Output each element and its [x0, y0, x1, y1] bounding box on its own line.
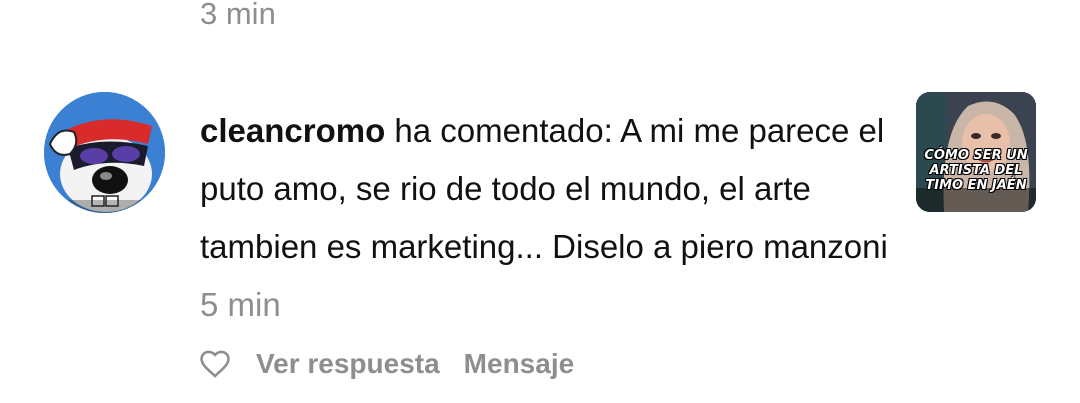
previous-item-timestamp: 3 min [200, 0, 276, 31]
thumbnail-caption-line: ARTISTA DEL [929, 163, 1023, 178]
thumbnail-caption-line: CÓMO SER UN [924, 148, 1028, 163]
avatar-image [44, 92, 165, 213]
action-text: ha comentado: [394, 112, 613, 149]
avatar[interactable] [44, 92, 165, 213]
post-thumbnail[interactable]: CÓMO SER UN ARTISTA DEL TIMO EN JAÉN [916, 92, 1036, 212]
notification-list: 3 min cleancromo ha comentado: A mi me p… [0, 0, 1080, 403]
heart-outline-icon[interactable] [198, 347, 232, 381]
thumbnail-caption-line: TIMO EN JAÉN [925, 178, 1027, 193]
timestamp: 5 min [200, 286, 281, 323]
message-button[interactable]: Mensaje [464, 348, 575, 380]
action-bar: Ver respuesta Mensaje [198, 342, 598, 386]
notification-text[interactable]: cleancromo ha comentado: A mi me parece … [200, 102, 890, 334]
username[interactable]: cleancromo [200, 112, 385, 149]
thumbnail-caption: CÓMO SER UN ARTISTA DEL TIMO EN JAÉN [916, 148, 1036, 193]
view-reply-button[interactable]: Ver respuesta [256, 348, 440, 380]
